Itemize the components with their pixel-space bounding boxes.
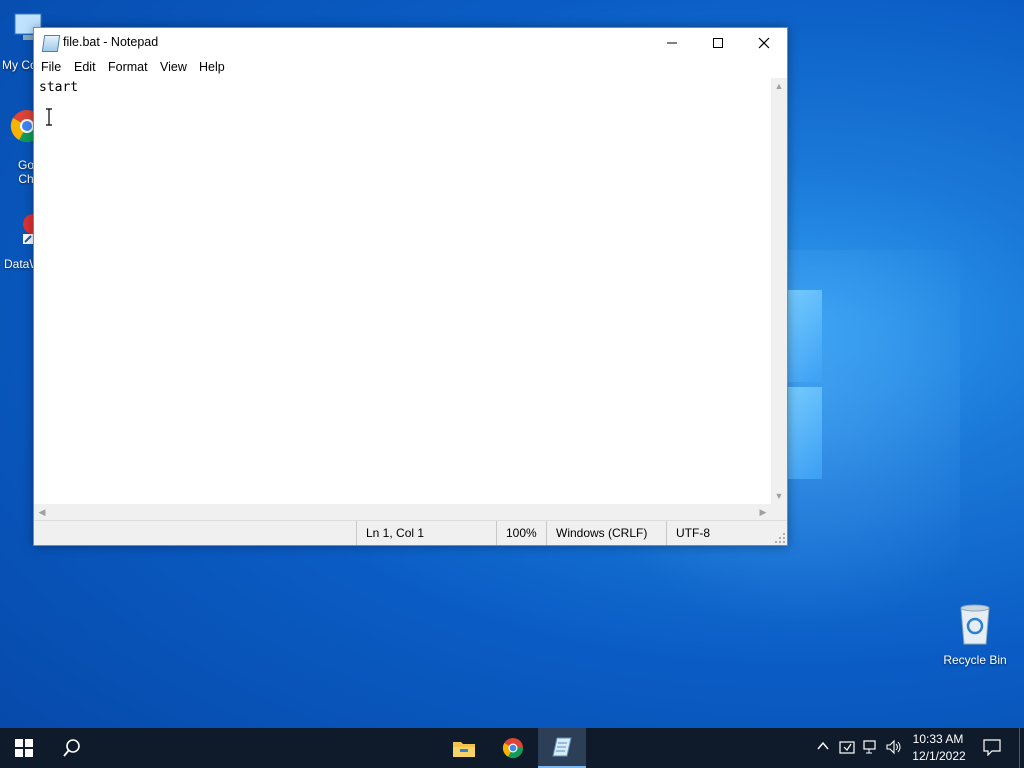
window-title: file.bat - Notepad [63,35,159,49]
close-icon [758,37,770,49]
recycle-bin-icon [955,602,995,646]
chrome-icon [502,738,524,759]
minimize-button[interactable] [649,28,695,58]
resize-grip-icon[interactable] [774,532,786,544]
menu-file[interactable]: File [41,60,61,74]
title-bar[interactable]: file.bat - Notepad [34,28,787,58]
notepad-icon [41,35,61,52]
editor-content: start [39,80,79,95]
text-cursor-icon [46,108,52,126]
windows-start-icon [15,739,33,757]
status-zoom: 100% [496,521,546,545]
clock-time[interactable]: 10:33 AM [908,732,968,746]
notification-center-icon[interactable] [982,738,1002,758]
menu-view[interactable]: View [160,60,187,74]
desktop-icon-label: Go Ch [18,158,35,186]
maximize-icon [713,38,723,48]
menu-help[interactable]: Help [199,60,225,74]
status-position: Ln 1, Col 1 [356,521,496,545]
tray-volume-icon[interactable] [885,739,903,757]
horizontal-scrollbar[interactable]: ◀ ▶ [34,504,771,520]
status-bar: Ln 1, Col 1 100% Windows (CRLF) UTF-8 [34,520,787,545]
scroll-down-icon[interactable]: ▼ [771,488,787,504]
scrollbar-corner [771,504,787,520]
notepad-icon [552,737,572,757]
taskbar-file-explorer[interactable] [440,728,488,768]
menu-format[interactable]: Format [108,60,148,74]
desktop-icon-label: My Co [2,58,37,72]
text-editor[interactable]: start [34,78,771,504]
windows-logo-pane-bottom [788,387,822,479]
scroll-right-icon[interactable]: ▶ [755,504,771,520]
scroll-up-icon[interactable]: ▲ [771,78,787,94]
taskbar-chrome[interactable] [489,728,537,768]
vertical-scrollbar[interactable]: ▲ ▼ [771,78,787,504]
desktop-icon-label: Recycle Bin [943,653,1007,667]
tray-chevron-up-icon[interactable] [814,739,832,757]
close-button[interactable] [741,28,787,58]
tray-security-icon[interactable] [838,739,856,757]
menu-bar: File Edit Format View Help [34,58,787,78]
notepad-window[interactable]: file.bat - Notepad File Edit Format View… [33,27,788,546]
status-encoding: UTF-8 [666,521,771,545]
menu-edit[interactable]: Edit [74,60,96,74]
taskbar-notepad[interactable] [538,728,586,768]
start-button[interactable] [0,728,48,768]
maximize-button[interactable] [695,28,741,58]
scroll-left-icon[interactable]: ◀ [34,504,50,520]
clock-date[interactable]: 12/1/2022 [908,749,970,763]
file-explorer-icon [453,742,475,757]
windows-logo-pane-top [788,290,822,382]
search-icon [63,739,80,757]
desktop-icon-recycle-bin[interactable]: Recycle Bin [940,602,1010,667]
taskbar: 10:33 AM 12/1/2022 [0,728,1024,768]
status-line-ending: Windows (CRLF) [546,521,666,545]
tray-network-icon[interactable] [862,739,880,757]
search-button[interactable] [48,728,96,768]
minimize-icon [667,42,677,44]
show-desktop-divider[interactable] [1019,728,1020,768]
